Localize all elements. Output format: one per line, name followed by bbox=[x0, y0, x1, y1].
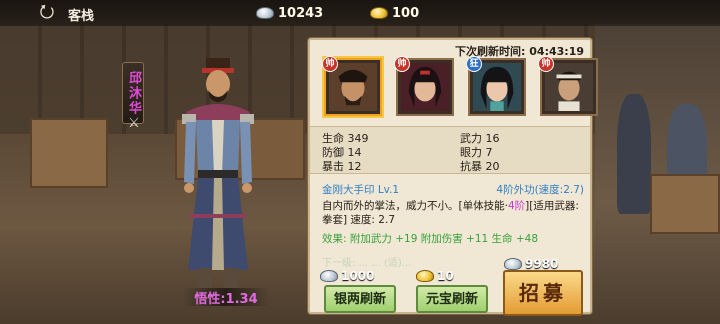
portrait-face-4 bbox=[545, 63, 593, 111]
skill-tier: 4阶外功(速度:2.7) bbox=[496, 184, 584, 196]
back-arrow-icon[interactable]: ⭮ bbox=[34, 3, 60, 22]
candidate-portrait-1[interactable]: 帅 bbox=[322, 56, 382, 116]
background-figure-1 bbox=[617, 94, 651, 214]
silver-ingot-icon bbox=[256, 7, 274, 19]
gold-balance: 100 bbox=[370, 4, 419, 22]
gold-refresh-button[interactable]: 元宝刷新 bbox=[416, 285, 488, 313]
gold-ingot-icon bbox=[416, 270, 434, 282]
recruit-button[interactable]: 招募 bbox=[503, 270, 583, 316]
silver-ingot-icon bbox=[320, 270, 338, 282]
grade-badge-4: 帅 bbox=[538, 56, 554, 72]
grade-badge-1: 帅 bbox=[322, 56, 338, 72]
background-table-left bbox=[30, 118, 108, 188]
gold-refresh-cost: 10 bbox=[416, 268, 454, 284]
skill-name: 金刚大手印 Lv.1 bbox=[322, 184, 400, 196]
skill-desc-tier: 4阶 bbox=[507, 200, 526, 212]
aptitude-label: 悟性:1.34 bbox=[182, 288, 270, 307]
hero-character bbox=[182, 58, 254, 288]
grade-badge-2: 帅 bbox=[394, 56, 410, 72]
skill-effect: 效果: 附加武力 +19 附加伤害 +11 生命 +48 bbox=[322, 233, 539, 245]
grade-badge-3: 狂 bbox=[466, 56, 482, 72]
portrait-face-1 bbox=[329, 63, 377, 111]
candidate-portrait-2[interactable]: 帅 bbox=[394, 56, 454, 116]
background-table-3 bbox=[650, 174, 720, 234]
skill-description: 自内而外的掌法，威力不小。[单体技能·4阶][适用武器: 拳套] 速度: 2.7 bbox=[322, 199, 584, 227]
candidate-list: 帅 帅 狂 帅 bbox=[322, 56, 598, 116]
gold-ingot-icon bbox=[370, 7, 388, 19]
stats-box: 生命 349 防御 14 暴击 12 武力 16 眼力 7 抗暴 20 bbox=[310, 126, 590, 174]
portrait-face-3 bbox=[473, 63, 521, 111]
skill-header: 金刚大手印 Lv.1 4阶外功(速度:2.7) bbox=[322, 182, 584, 197]
page-title: 客栈 bbox=[68, 9, 95, 24]
hero-name: 邱沐华 bbox=[122, 62, 144, 124]
silver-amount: 10243 bbox=[278, 5, 324, 21]
top-bar: ⭮ 客栈 10243 100 bbox=[0, 0, 720, 26]
stat-crit: 暴击 12 bbox=[322, 160, 362, 173]
silver-balance: 10243 bbox=[256, 4, 323, 22]
gold-cost-amount: 10 bbox=[437, 269, 454, 283]
stat-resist: 抗暴 20 bbox=[460, 160, 500, 173]
skill-desc-part-a: 自内而外的掌法，威力不小。[单体技能· bbox=[322, 200, 508, 212]
silver-cost-amount: 1000 bbox=[341, 269, 375, 283]
silver-refresh-button[interactable]: 银两刷新 bbox=[324, 285, 396, 313]
gold-amount: 100 bbox=[392, 5, 420, 21]
silver-refresh-cost: 1000 bbox=[320, 268, 374, 284]
candidate-portrait-3[interactable]: 狂 bbox=[466, 56, 526, 116]
candidate-portrait-4[interactable]: 帅 bbox=[538, 56, 598, 116]
portrait-face-2 bbox=[401, 63, 449, 111]
silver-ingot-icon bbox=[504, 258, 522, 270]
background-right-scene bbox=[595, 24, 720, 324]
weapon-type-icon: ⚔ bbox=[128, 116, 140, 131]
recruit-cost-amount: 9980 bbox=[525, 257, 559, 271]
